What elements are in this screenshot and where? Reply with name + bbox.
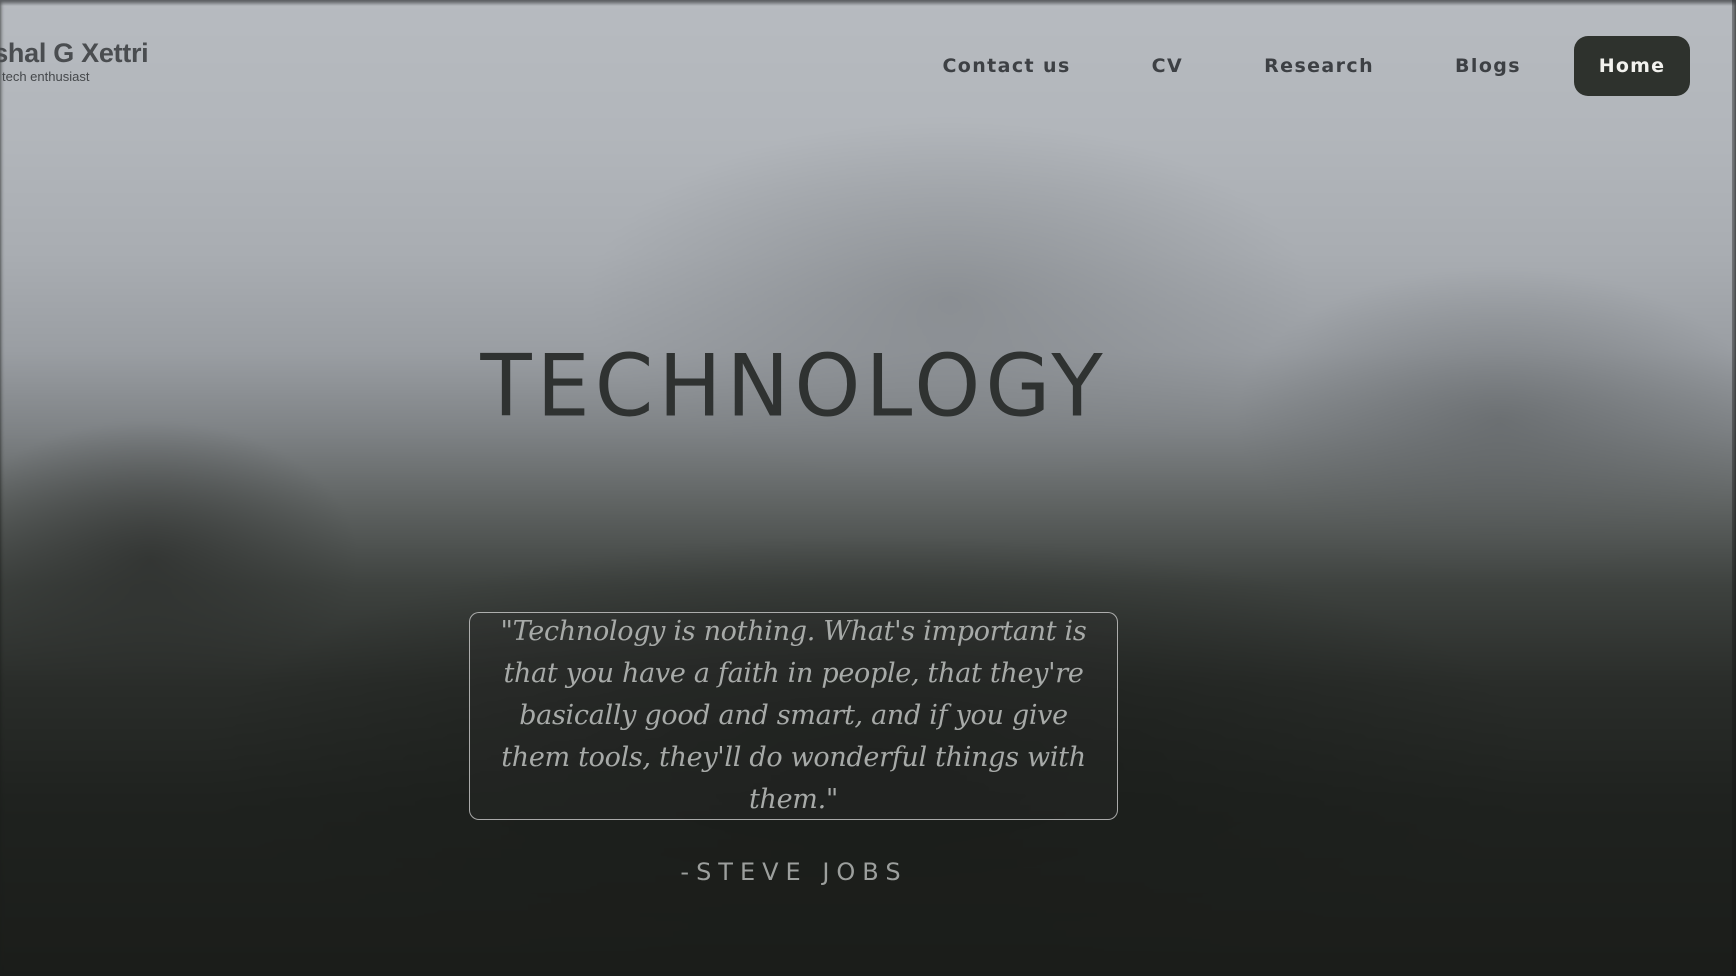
main-navigation: Contact us CV Research Blogs Home [942,36,1690,96]
nav-link-home[interactable]: Home [1574,36,1690,96]
quote-author: -STEVE JOBS [680,858,908,886]
nav-link-contact-us[interactable]: Contact us [942,55,1070,77]
quote-box: "Technology is nothing. What's important… [469,612,1118,820]
page: ishal G Xettri tech enthusiast Contact u… [0,0,1736,976]
hero-title: TECHNOLOGY [480,336,1108,436]
nav-link-research[interactable]: Research [1264,55,1374,77]
brand-logo[interactable]: ishal G Xettri tech enthusiast [0,38,149,85]
quote-text: "Technology is nothing. What's important… [500,616,1087,815]
nav-link-cv[interactable]: CV [1152,55,1183,77]
brand-name: ishal G Xettri [0,38,149,68]
brand-tagline: tech enthusiast [2,69,90,84]
scrollbar-track [1732,0,1736,976]
nav-link-blogs[interactable]: Blogs [1455,55,1521,77]
top-edge-shadow [0,0,1736,6]
foggy-forest-background [0,0,1736,976]
